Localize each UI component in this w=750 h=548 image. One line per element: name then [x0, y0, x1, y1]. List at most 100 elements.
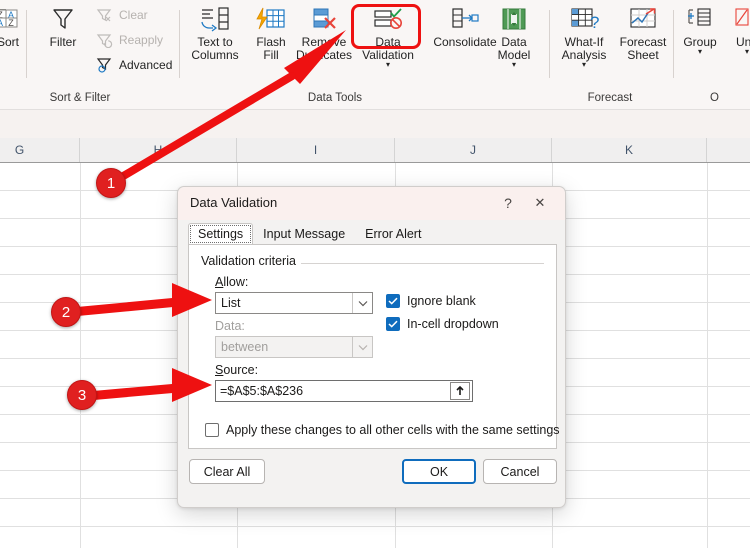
ignore-blank-checkbox-row[interactable]: Ignore blank	[386, 294, 476, 308]
ribbon-group-label-data-tools: Data Tools	[307, 92, 363, 104]
data-combobox: between	[215, 336, 373, 358]
grid-column-line	[80, 163, 81, 548]
dialog-title: Data Validation	[190, 195, 278, 210]
source-value: =$A$5:$A$236	[220, 384, 304, 398]
remove-duplicates-icon	[309, 4, 339, 34]
chevron-down-icon[interactable]: ▾	[698, 48, 702, 56]
column-header-G[interactable]: G	[0, 138, 80, 162]
remove-duplicates-button[interactable]: Remove Duplicates	[293, 4, 355, 62]
clear-filter-icon	[95, 6, 113, 24]
column-header-J[interactable]: J	[395, 138, 552, 162]
validation-criteria-label: Validation criteria	[201, 254, 301, 268]
formula-bar-area	[0, 110, 750, 138]
data-validation-icon	[371, 4, 405, 34]
text-to-columns-button[interactable]: Text to Columns	[185, 4, 245, 62]
ok-button[interactable]: OK	[402, 459, 476, 484]
cancel-label: Cancel	[500, 464, 540, 479]
what-if-analysis-label: What-If Analysis	[561, 35, 607, 62]
ribbon-group-label-outline: O	[710, 92, 719, 104]
text-to-columns-icon	[199, 4, 231, 34]
chevron-down-icon[interactable]	[352, 293, 372, 313]
reapply-icon	[95, 31, 113, 49]
forecast-sheet-button[interactable]: Forecast Sheet	[614, 4, 672, 62]
flash-fill-button[interactable]: Flash Fill	[248, 4, 294, 62]
annotation-badge-1: 1	[96, 168, 126, 198]
in-cell-dropdown-checkbox-row[interactable]: In-cell dropdown	[386, 317, 499, 331]
close-icon[interactable]: ✕	[527, 191, 553, 215]
chevron-down-icon	[352, 337, 372, 357]
excel-data-ribbon: Z A A Z Sort Filter	[0, 0, 750, 110]
remove-duplicates-label: Remove Duplicates	[295, 35, 353, 62]
ignore-blank-label: Ignore blank	[407, 294, 476, 308]
in-cell-dropdown-label: In-cell dropdown	[407, 317, 499, 331]
source-label-rest: ource:	[223, 363, 259, 377]
checkbox-checked-icon[interactable]	[386, 294, 400, 308]
what-if-analysis-icon: ?	[568, 4, 600, 34]
filter-button[interactable]: Filter	[38, 4, 88, 49]
annotation-badge-3: 3	[67, 380, 97, 410]
group-button[interactable]: Group ▾	[677, 4, 723, 56]
dialog-titlebar[interactable]: Data Validation ? ✕	[178, 187, 565, 220]
group-icon	[686, 4, 714, 34]
data-model-label: Data Model	[497, 35, 531, 62]
sort-button[interactable]: Z A A Z Sort	[0, 4, 34, 49]
advanced-filter-icon	[95, 56, 113, 74]
range-select-icon[interactable]	[450, 382, 470, 400]
chevron-down-icon[interactable]: ▾	[386, 61, 390, 69]
source-label: Source:	[215, 363, 259, 377]
tab-input-message[interactable]: Input Message	[253, 223, 355, 245]
grid-column-line	[707, 163, 708, 548]
allow-label: Allow:	[215, 275, 249, 289]
cancel-button[interactable]: Cancel	[483, 459, 557, 484]
source-textbox[interactable]: =$A$5:$A$236	[215, 380, 473, 402]
help-icon[interactable]: ?	[495, 191, 521, 215]
data-model-icon	[499, 4, 529, 34]
svg-text:Z: Z	[8, 18, 14, 28]
sort-az-icon: Z A A Z	[0, 4, 22, 34]
data-label: Data:	[215, 319, 245, 333]
column-headers: G H I J K	[0, 138, 750, 163]
ribbon-group-label-sort-filter: Sort & Filter	[49, 92, 111, 104]
chevron-down-icon[interactable]: ▾	[745, 48, 749, 56]
ribbon-group-forecast: ? What-If Analysis ▾ Forecast Sheet Fore…	[550, 0, 670, 110]
dialog-tabs: Settings Input Message Error Alert	[188, 223, 431, 245]
filter-button-label: Filter	[49, 35, 77, 49]
chevron-down-icon[interactable]: ▾	[512, 61, 516, 69]
column-header-H[interactable]: H	[80, 138, 237, 162]
allow-label-rest: llow:	[223, 275, 249, 289]
ribbon-group-outline: Group ▾ Ung ▾ O	[674, 0, 750, 110]
ok-label: OK	[429, 464, 449, 479]
flash-fill-label: Flash Fill	[256, 35, 286, 62]
reapply-filter-button[interactable]: Reapply	[95, 31, 163, 49]
data-model-button[interactable]: Data Model ▾	[485, 4, 543, 69]
settings-tab-panel: Validation criteria Allow: List Data: be…	[188, 244, 560, 449]
chevron-down-icon[interactable]: ▾	[582, 61, 586, 69]
filter-funnel-icon	[50, 4, 76, 34]
checkbox-checked-icon[interactable]	[386, 317, 400, 331]
what-if-analysis-button[interactable]: ? What-If Analysis ▾	[553, 4, 615, 69]
text-to-columns-label: Text to Columns	[191, 35, 239, 62]
consolidate-icon	[450, 4, 480, 34]
grid-row-line	[0, 526, 750, 527]
clear-all-button[interactable]: Clear All	[189, 459, 265, 484]
clear-filter-button[interactable]: Clear	[95, 6, 148, 24]
reapply-label: Reapply	[119, 33, 164, 47]
allow-combobox[interactable]: List	[215, 292, 373, 314]
svg-text:A: A	[0, 18, 3, 28]
ribbon-group-data-tools: Text to Columns Flash Fill Remove Duplic…	[180, 0, 497, 110]
apply-changes-checkbox-row[interactable]: Apply these changes to all other cells w…	[205, 423, 560, 437]
ungroup-button[interactable]: Ung ▾	[724, 4, 750, 56]
advanced-filter-button[interactable]: Advanced	[95, 56, 172, 74]
data-validation-label: Data Validation	[362, 35, 414, 62]
allow-value: List	[221, 296, 241, 310]
forecast-sheet-label: Forecast Sheet	[619, 35, 667, 62]
tab-error-alert[interactable]: Error Alert	[355, 223, 431, 245]
checkbox-unchecked-icon[interactable]	[205, 423, 219, 437]
ungroup-icon	[733, 4, 750, 34]
column-header-I[interactable]: I	[237, 138, 395, 162]
column-header-L[interactable]	[707, 138, 750, 162]
ribbon-group-sort-filter: Z A A Z Sort Filter	[0, 0, 172, 110]
data-validation-button[interactable]: Data Validation ▾	[351, 4, 425, 69]
column-header-K[interactable]: K	[552, 138, 707, 162]
tab-settings[interactable]: Settings	[188, 223, 254, 245]
